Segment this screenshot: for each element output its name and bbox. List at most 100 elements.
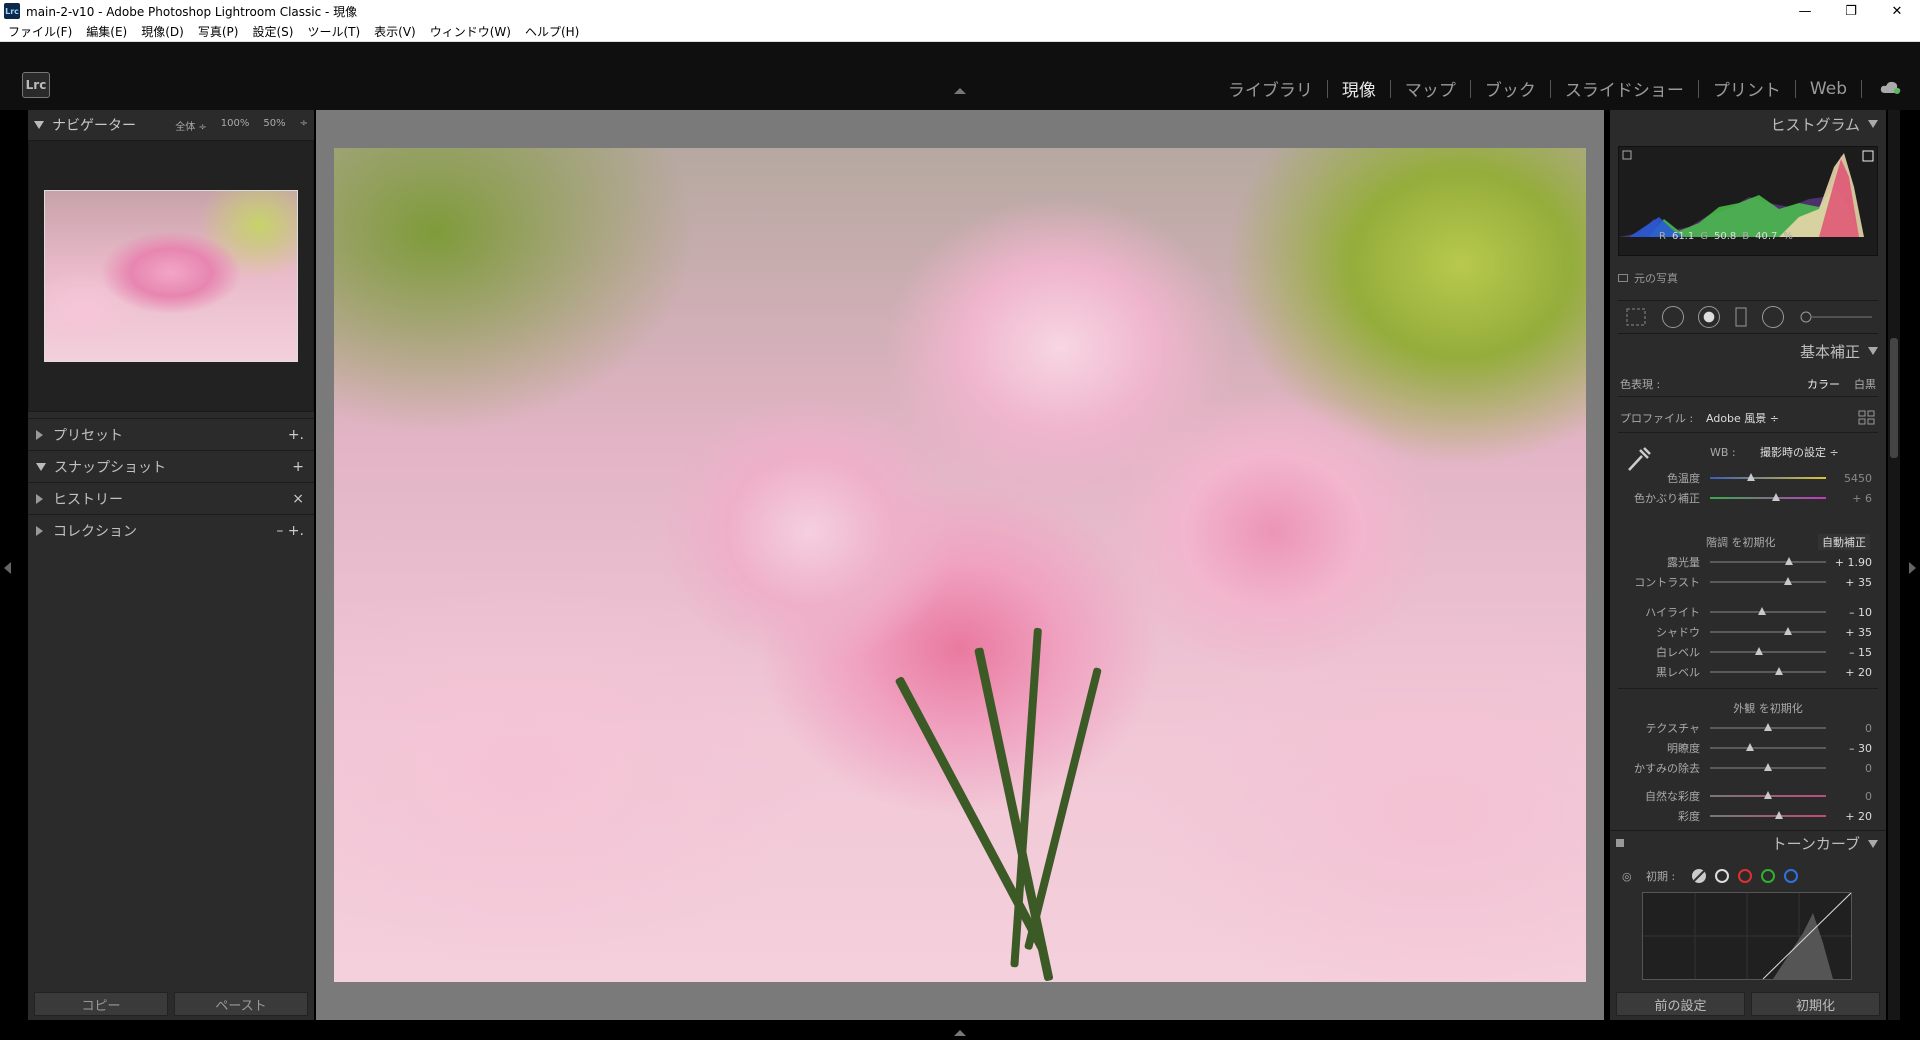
module-web[interactable]: Web (1796, 79, 1861, 99)
slider-value[interactable]: + 20 (1845, 810, 1872, 823)
clear-history-icon[interactable]: × (292, 491, 304, 507)
slider-thumb[interactable] (1784, 577, 1792, 585)
zoom-50[interactable]: 50% (263, 118, 285, 133)
slider-value[interactable]: 0 (1865, 790, 1872, 803)
shadow-clip-icon[interactable] (1622, 150, 1632, 160)
menu-view[interactable]: 表示(V) (374, 23, 416, 40)
blacks-slider[interactable]: 黒レベル + 20 (1610, 664, 1886, 680)
highlight-clip-icon[interactable] (1862, 150, 1874, 162)
slider-thumb[interactable] (1785, 557, 1793, 565)
profile-browser-icon[interactable] (1858, 410, 1876, 426)
slider-thumb[interactable] (1775, 811, 1783, 819)
shadows-slider[interactable]: シャドウ + 35 (1610, 624, 1886, 640)
exposure-slider[interactable]: 露光量 + 1.90 (1610, 554, 1886, 570)
crop-icon[interactable] (1624, 306, 1648, 328)
slider-thumb[interactable] (1746, 743, 1754, 751)
menu-photo[interactable]: 写真(P) (198, 23, 239, 40)
menu-file[interactable]: ファイル(F) (8, 23, 72, 40)
slider-thumb[interactable] (1764, 723, 1772, 731)
slider-track[interactable] (1710, 651, 1826, 653)
collapse-filmstrip-icon[interactable] (954, 1030, 966, 1036)
slider-value[interactable]: + 20 (1845, 666, 1872, 679)
panel-presets[interactable]: プリセット +. (28, 418, 314, 450)
slider-value[interactable]: + 6 (1852, 492, 1872, 505)
slider-value[interactable]: – 30 (1849, 742, 1872, 755)
collapse-top-panel-icon[interactable] (954, 88, 966, 94)
slider-thumb[interactable] (1758, 607, 1766, 615)
slider-thumb[interactable] (1784, 627, 1792, 635)
tone-curve-graph[interactable] (1642, 892, 1852, 980)
slider-value[interactable]: + 35 (1845, 576, 1872, 589)
highlights-slider[interactable]: ハイライト – 10 (1610, 604, 1886, 620)
panel-collections[interactable]: コレクション – +. (28, 514, 314, 546)
slider-thumb[interactable] (1764, 763, 1772, 771)
slider-value[interactable]: 0 (1865, 762, 1872, 775)
slider-track[interactable] (1710, 561, 1826, 563)
right-panel-scrollbar[interactable] (1890, 338, 1898, 458)
temp-slider[interactable]: 色温度 5450 (1610, 470, 1886, 486)
add-snapshot-icon[interactable]: + (292, 459, 304, 475)
collapse-right-panel-icon[interactable] (1909, 562, 1916, 574)
slider-thumb[interactable] (1764, 791, 1772, 799)
menu-window[interactable]: ウィンドウ(W) (430, 23, 511, 40)
slider-value[interactable]: + 35 (1845, 626, 1872, 639)
presence-reset[interactable]: 外観 を初期化 (1710, 700, 1826, 716)
slider-thumb[interactable] (1755, 647, 1763, 655)
slider-track[interactable] (1710, 671, 1826, 673)
navigator-thumbnail[interactable] (44, 190, 298, 362)
tone-reset[interactable]: 階調 を初期化 (1706, 534, 1776, 550)
temp-track[interactable] (1710, 477, 1826, 479)
add-preset-icon[interactable]: +. (288, 427, 304, 443)
zoom-fit[interactable]: 全体 ÷ (175, 118, 207, 133)
histogram-header[interactable]: ヒストグラム (1610, 110, 1886, 138)
cloud-sync-icon[interactable] (1880, 80, 1902, 94)
histogram[interactable]: R 61.1 G 50.8 B 40.7 % (1618, 146, 1878, 256)
module-map[interactable]: マップ (1391, 76, 1470, 101)
slider-track[interactable] (1710, 581, 1826, 583)
close-button[interactable]: ✕ (1874, 0, 1920, 22)
slider-value[interactable]: – 10 (1849, 606, 1872, 619)
panel-history[interactable]: ヒストリー × (28, 482, 314, 514)
slider-thumb[interactable] (1747, 473, 1755, 481)
clarity-slider[interactable]: 明瞭度 – 30 (1610, 740, 1886, 756)
menu-develop[interactable]: 現像(D) (141, 23, 184, 40)
previous-button[interactable]: 前の設定 (1616, 992, 1745, 1016)
target-adjust-icon[interactable]: ◎ (1622, 870, 1632, 883)
right-panel-scrolltrack[interactable] (1888, 110, 1900, 1020)
collapse-left-panel-icon[interactable] (4, 562, 11, 574)
module-book[interactable]: ブック (1471, 76, 1550, 101)
slider-thumb[interactable] (1775, 667, 1783, 675)
navigator-header[interactable]: ナビゲーター 全体 ÷ 100% 50% ÷ (28, 110, 314, 140)
zoom-100[interactable]: 100% (221, 118, 250, 133)
slider-track[interactable] (1710, 631, 1826, 633)
module-slideshow[interactable]: スライドショー (1551, 76, 1698, 101)
slider-track[interactable] (1710, 747, 1826, 749)
slider-value[interactable]: 5450 (1844, 472, 1872, 485)
menu-edit[interactable]: 編集(E) (86, 23, 127, 40)
graduated-filter-icon[interactable] (1734, 306, 1748, 328)
vibrance-slider[interactable]: 自然な彩度 0 (1610, 788, 1886, 804)
minimize-button[interactable]: — (1782, 0, 1828, 22)
redeye-icon[interactable] (1698, 306, 1720, 328)
menu-settings[interactable]: 設定(S) (252, 23, 293, 40)
profile-select[interactable]: Adobe 風景 ÷ (1706, 410, 1779, 426)
module-develop[interactable]: 現像 (1328, 76, 1390, 101)
main-photo[interactable] (334, 148, 1586, 982)
whites-slider[interactable]: 白レベル – 15 (1610, 644, 1886, 660)
menu-help[interactable]: ヘルプ(H) (525, 23, 579, 40)
curve-channel-icons[interactable] (1690, 867, 1800, 885)
auto-button[interactable]: 自動補正 (1818, 534, 1870, 550)
module-library[interactable]: ライブラリ (1214, 76, 1327, 101)
basic-panel-header[interactable]: 基本補正 (1610, 336, 1886, 366)
tint-track[interactable] (1710, 497, 1826, 499)
slider-value[interactable]: + 1.90 (1835, 556, 1872, 569)
original-photo-toggle[interactable]: 元の写真 (1618, 270, 1678, 286)
tint-slider[interactable]: 色かぶり補正 + 6 (1610, 490, 1886, 506)
treatment-bw[interactable]: 白黒 (1854, 376, 1876, 392)
slider-value[interactable]: – 15 (1849, 646, 1872, 659)
panel-switch-icon[interactable] (1616, 839, 1624, 847)
zoom-more[interactable]: ÷ (300, 118, 308, 133)
radial-filter-icon[interactable] (1762, 306, 1784, 328)
panel-snapshots[interactable]: スナップショット + (28, 450, 314, 482)
module-print[interactable]: プリント (1699, 76, 1795, 101)
